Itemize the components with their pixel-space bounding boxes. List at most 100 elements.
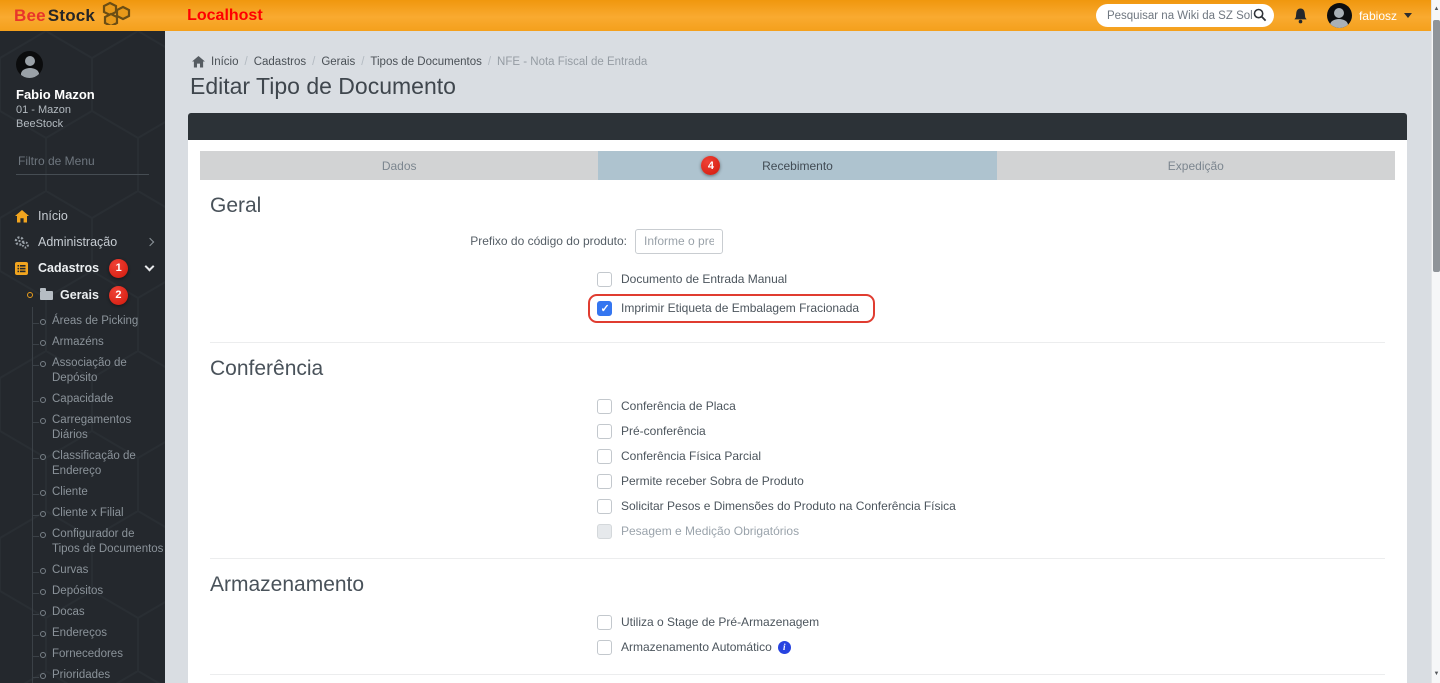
sidebar-user-branch: 01 - Mazon [16,104,72,116]
sidebar-item-cadastros[interactable]: Cadastros 1 [0,255,165,281]
step-badge-4: 4 [701,156,721,175]
breadcrumb-home-icon[interactable] [192,56,205,68]
bullet-icon [40,397,46,403]
checkbox-row-solicitar-pesos-dimensoes: Solicitar Pesos e Dimensões do Produto n… [597,498,1395,514]
breadcrumb-inicio[interactable]: Início [211,56,239,68]
checkbox-label[interactable]: Pré-conferência [621,424,706,438]
section-title-conferencia: Conferência [210,357,324,380]
breadcrumb-separator: / [244,56,248,68]
notifications-bell-icon[interactable] [1292,7,1309,25]
annotation-highlight-box: Imprimir Etiqueta de Embalagem Fracionad… [588,294,876,323]
brand-bee: Bee [14,5,46,25]
checkbox-label[interactable]: Armazenamento Automático [621,640,772,654]
checkbox-armazenamento-automatico[interactable] [597,639,612,655]
checkbox-label[interactable]: Utiliza o Stage de Pré-Armazenagem [621,615,819,629]
sidebar-item-enderecos[interactable]: Endereços [32,623,165,644]
sidebar-group-label: Gerais [60,288,99,302]
tab-recebimento[interactable]: 4 Recebimento [598,151,997,180]
tab-expedicao[interactable]: Expedição [996,151,1395,180]
breadcrumb-tipos-de-documentos[interactable]: Tipos de Documentos [370,56,481,68]
breadcrumb-cadastros[interactable]: Cadastros [254,56,306,68]
scrollbar-down-arrow-icon[interactable]: ▼ [1432,667,1440,681]
checkbox-row-pesagem-medicao: Pesagem e Medição Obrigatórios [597,523,1395,539]
wiki-search-input[interactable] [1095,4,1274,27]
breadcrumb-current: NFE - Nota Fiscal de Entrada [497,56,648,68]
sidebar-item-areas-de-picking[interactable]: Áreas de Picking [32,311,165,332]
breadcrumb-gerais[interactable]: Gerais [321,56,355,68]
checkbox-imprimir-etiqueta[interactable] [597,300,612,316]
panel-body: Dados 4 Recebimento Expedição Geral Pref… [188,140,1407,683]
section-divider [210,674,1385,675]
checkbox-pre-conferencia[interactable] [597,423,612,439]
checkbox-row-pre-conferencia: Pré-conferência [597,423,1395,439]
top-header: Bee Stock Localhost Pesquisar na Wiki da… [0,0,1440,31]
page-scrollbar[interactable]: ▲ ▼ [1431,0,1440,683]
breadcrumb: Início / Cadastros / Gerais / Tipos de D… [192,56,647,68]
sidebar-user-company: BeeStock [16,118,64,130]
scrollbar-up-arrow-icon[interactable]: ▲ [1432,2,1440,16]
checkbox-label[interactable]: Conferência Física Parcial [621,449,761,463]
bullet-icon [40,361,46,367]
user-menu[interactable]: fabiosz [1326,3,1412,28]
checkbox-row-utiliza-stage: Utiliza o Stage de Pré-Armazenagem [597,614,1395,630]
bullet-icon [40,568,46,574]
sidebar-item-carregamentos-diarios[interactable]: Carregamentos Diários [32,410,165,446]
checkbox-conferencia-fisica-parcial[interactable] [597,448,612,464]
sidebar-item-armazens[interactable]: Armazéns [32,332,165,353]
sidebar-item-cliente-x-filial[interactable]: Cliente x Filial [32,503,165,524]
bullet-icon [40,340,46,346]
sidebar-item-capacidade[interactable]: Capacidade [32,389,165,410]
sidebar-item-curvas[interactable]: Curvas [32,560,165,581]
sidebar-group-gerais[interactable]: Gerais 2 [0,283,165,307]
tab-bar: Dados 4 Recebimento Expedição [200,151,1395,180]
scrollbar-thumb[interactable] [1433,20,1440,272]
checkbox-label[interactable]: Permite receber Sobra de Produto [621,474,804,488]
menu-filter-input[interactable] [16,150,149,175]
sidebar-item-depositos[interactable]: Depósitos [32,581,165,602]
caret-down-icon [1404,13,1412,18]
bullet-icon [40,610,46,616]
sidebar-item-label: Cadastros [38,261,100,275]
sidebar-item-fornecedores[interactable]: Fornecedores [32,644,165,665]
checkbox-conferencia-de-placa[interactable] [597,398,612,414]
sidebar-item-cliente[interactable]: Cliente [32,482,165,503]
checkbox-label[interactable]: Documento de Entrada Manual [621,272,787,286]
wiki-search [1095,4,1274,27]
sidebar-item-classificacao-de-endereco[interactable]: Classificação de Endereço [32,446,165,482]
section-divider [210,342,1385,343]
info-icon[interactable]: i [777,640,791,654]
sidebar-nav: Início Administração Cadastros 1 Gerais … [0,203,165,683]
sidebar-item-prioridades[interactable]: Prioridades [32,665,165,683]
checkbox-label[interactable]: Solicitar Pesos e Dimensões do Produto n… [621,499,956,513]
sidebar-avatar[interactable] [16,51,43,78]
sidebar-item-configurador-de-tipos-de-documentos[interactable]: Configurador de Tipos de Documentos [32,524,165,560]
tab-label: Expedição [1167,158,1224,173]
sidebar-item-docas[interactable]: Docas [32,602,165,623]
section-title-armazenamento: Armazenamento [210,573,365,596]
checkbox-permite-receber-sobra[interactable] [597,473,612,489]
app-window: Bee Stock Localhost Pesquisar na Wiki da… [0,0,1440,683]
beestock-logo[interactable]: Bee Stock [14,1,131,30]
sidebar-user-name: Fabio Mazon [16,87,95,102]
checkbox-row-armazenamento-automatico: Armazenamento Automático i [597,639,1395,655]
username-label: fabiosz [1358,8,1397,23]
prefix-input[interactable] [635,228,723,254]
hexagon-logo-icon [101,1,131,30]
bullet-icon [40,589,46,595]
checkbox-label[interactable]: Imprimir Etiqueta de Embalagem Fracionad… [621,301,859,315]
bullet-ring-icon [27,292,33,298]
checkbox-utiliza-stage[interactable] [597,614,612,630]
sidebar-item-associacao-de-deposito[interactable]: Associação de Depósito [32,353,165,389]
checkbox-solicitar-pesos-dimensoes[interactable] [597,498,612,514]
checkbox-row-permite-receber-sobra: Permite receber Sobra de Produto [597,473,1395,489]
step-badge-2: 2 [108,285,128,305]
sidebar-item-inicio[interactable]: Início [0,203,165,229]
tab-label: Dados [381,158,417,173]
sidebar-item-administracao[interactable]: Administração [0,229,165,255]
gears-icon [14,235,29,249]
checkbox-label: Pesagem e Medição Obrigatórios [621,524,800,538]
checkbox-label[interactable]: Conferência de Placa [621,399,736,413]
checkbox-documento-entrada-manual[interactable] [597,271,612,287]
tab-dados[interactable]: Dados [200,151,599,180]
magnifier-icon[interactable] [1253,8,1267,27]
